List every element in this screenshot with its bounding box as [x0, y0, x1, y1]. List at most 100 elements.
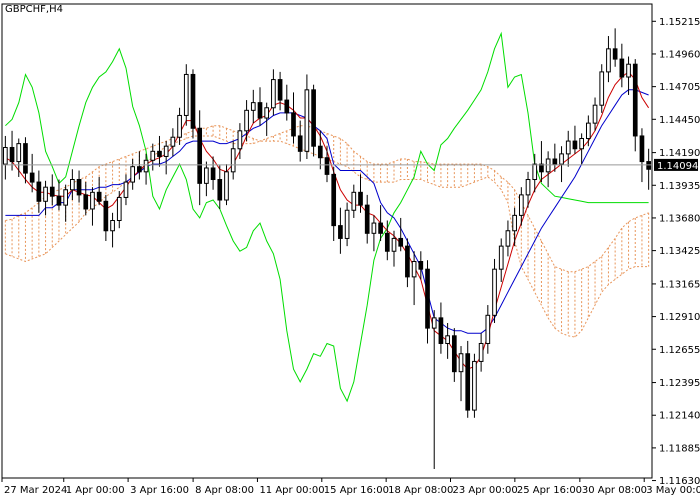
candle-body: [3, 146, 8, 165]
y-tick-label: 1.13425: [659, 246, 700, 257]
candle-body: [90, 191, 95, 210]
candle-body: [264, 107, 270, 119]
candle-body: [472, 360, 477, 411]
candle-body: [9, 146, 15, 163]
candle-body: [384, 232, 390, 252]
candle-body: [639, 135, 645, 163]
y-tick-label: 1.13680: [659, 213, 700, 224]
candle-body: [63, 189, 69, 206]
candle-body: [619, 58, 625, 78]
candle-body: [130, 166, 136, 183]
candle-body: [237, 130, 243, 150]
candle-body: [76, 179, 82, 196]
x-tick-label: 8 Apr 08:00: [195, 485, 254, 496]
candle-body: [250, 102, 256, 111]
candle-body: [431, 317, 437, 329]
x-tick-label: 25 Apr 16:00: [517, 485, 582, 496]
candle-body: [190, 73, 196, 129]
y-tick-label: 1.11885: [659, 443, 700, 454]
candle-body: [16, 143, 22, 163]
candle-body: [371, 222, 377, 234]
candle-body: [224, 171, 229, 201]
x-tick-label: 15 Apr 16:00: [324, 485, 389, 496]
candle-body: [284, 99, 290, 114]
candle-body: [49, 186, 55, 197]
candle-body: [230, 148, 236, 173]
candle-body: [485, 314, 491, 344]
chart-background: [0, 0, 700, 500]
candle-body: [425, 268, 430, 329]
y-tick-label: 1.15215: [659, 17, 700, 28]
candle-body: [492, 268, 497, 316]
candle-body: [378, 222, 383, 234]
candle-body: [304, 89, 310, 152]
y-tick-label: 1.13165: [659, 279, 700, 290]
candle-body: [498, 245, 504, 270]
candle-body: [559, 153, 564, 165]
candle-body: [512, 214, 517, 232]
candle-body: [632, 63, 638, 137]
candle-body: [36, 181, 42, 202]
candle-body: [351, 191, 357, 211]
last-price-tag-text: 1.14094: [657, 161, 698, 172]
candle-body: [197, 127, 203, 184]
candle-body: [163, 145, 169, 157]
candle-body: [317, 145, 323, 159]
candle-body: [217, 179, 223, 201]
candle-body: [592, 104, 598, 124]
candle-body: [70, 179, 75, 191]
candle-body: [338, 225, 343, 239]
candle-body: [277, 79, 283, 101]
candle-body: [418, 260, 424, 270]
x-tick-label: 3 Apr 16:00: [130, 485, 189, 496]
candle-body: [565, 140, 571, 155]
candle-body: [177, 114, 182, 138]
candle-body: [123, 181, 129, 198]
candle-body: [599, 71, 605, 106]
x-tick-label: 30 Apr 08:00: [582, 485, 647, 496]
candle-body: [116, 196, 122, 222]
candle-body: [438, 317, 444, 344]
y-tick-label: 1.12910: [659, 312, 700, 323]
x-tick-label: 27 Mar 2024: [4, 485, 67, 496]
x-tick-label: 3 May 00:00: [646, 485, 700, 496]
candle-body: [311, 89, 316, 147]
candle-body: [271, 79, 276, 109]
candle-body: [458, 353, 464, 373]
candle-body: [606, 48, 611, 73]
candle-body: [626, 63, 631, 78]
y-tick-label: 1.13935: [659, 181, 700, 192]
candle-body: [552, 158, 558, 165]
candle-body: [103, 200, 109, 232]
candle-body: [344, 209, 350, 239]
candle-body: [170, 136, 176, 147]
candle-body: [646, 161, 651, 170]
candle-body: [96, 191, 102, 202]
symbol-label: GBPCHF,H4: [5, 4, 63, 15]
candle-body: [297, 135, 303, 152]
x-tick-label: 1 Apr 00:00: [66, 485, 125, 496]
candle-body: [545, 158, 551, 173]
candle-body: [532, 163, 538, 181]
x-tick-label: 11 Apr 00:00: [259, 485, 324, 496]
candle-body: [525, 179, 531, 196]
y-tick-label: 1.14190: [659, 148, 700, 159]
y-tick-label: 1.12655: [659, 345, 700, 356]
candle-body: [405, 245, 410, 278]
candle-body: [56, 195, 62, 206]
candle-body: [244, 109, 249, 132]
y-tick-label: 1.12395: [659, 378, 700, 389]
candle-body: [143, 159, 149, 173]
candle-body: [257, 102, 263, 119]
x-tick-label: 18 Apr 08:00: [388, 485, 453, 496]
candle-body: [358, 191, 363, 206]
y-tick-label: 1.14705: [659, 82, 700, 93]
candle-body: [465, 353, 471, 411]
candle-body: [505, 230, 511, 247]
candle-body: [445, 335, 450, 344]
candle-body: [411, 260, 417, 278]
candle-body: [364, 204, 370, 234]
chart-frame: 1.15215 1.14960 1.14705 1.14450 1.14190 1.139…: [0, 0, 700, 500]
candle-body: [137, 166, 142, 173]
y-tick-label: 1.12140: [659, 411, 700, 422]
